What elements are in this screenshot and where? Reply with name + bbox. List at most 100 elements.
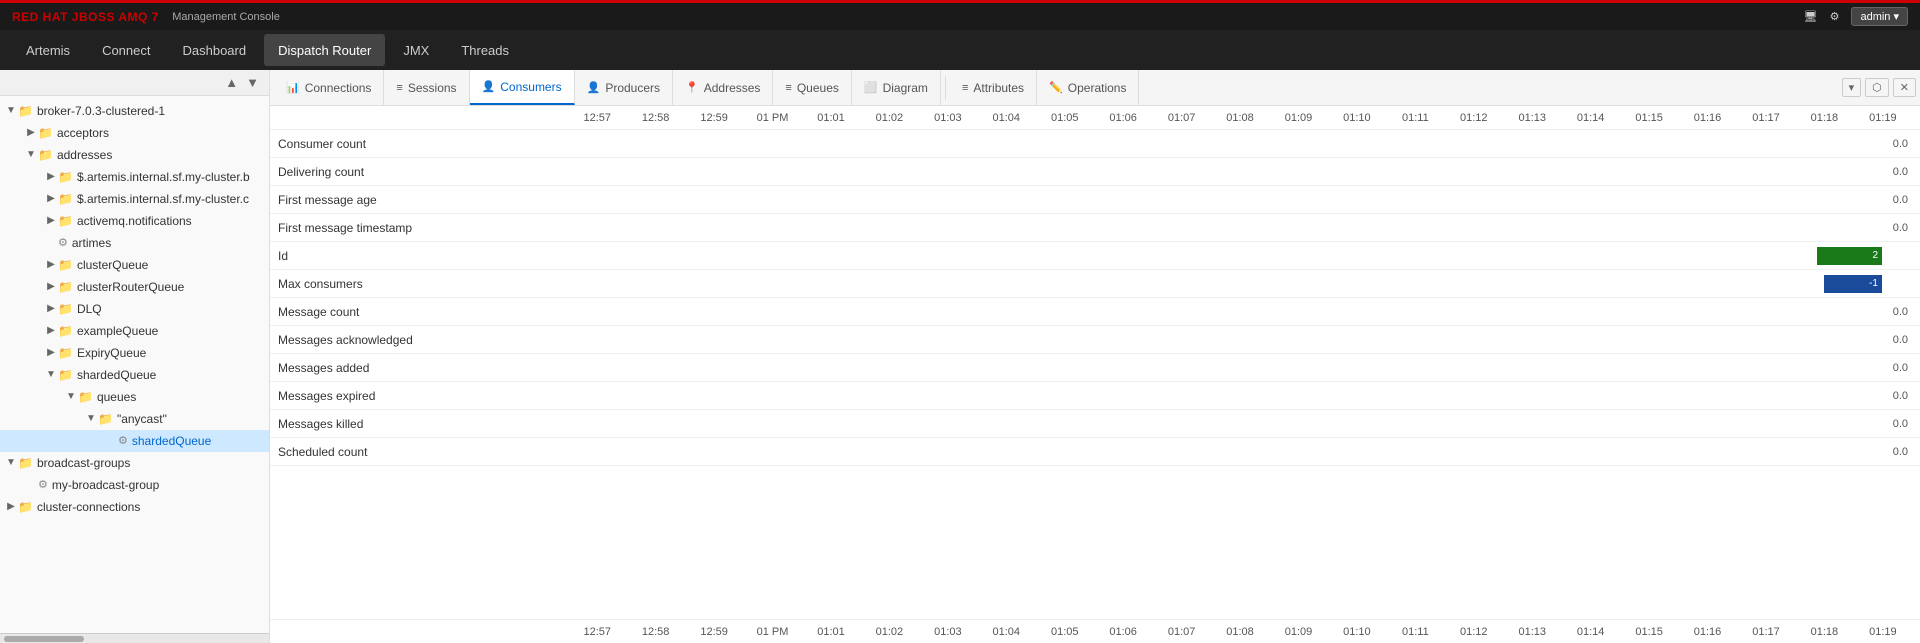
time-label-b16: 01:13 [1503, 626, 1561, 638]
tab-sessions[interactable]: ≡ Sessions [384, 70, 469, 105]
tab-addresses[interactable]: 📍 Addresses [673, 70, 773, 105]
label-dlq: DLQ [77, 300, 102, 318]
bar-value-max-consumers: -1 [1869, 278, 1878, 289]
time-label-b10: 01:07 [1152, 626, 1210, 638]
bar-value-id-green: 2 [1872, 250, 1878, 261]
tree-item-addresses[interactable]: ▼ 📁 addresses [0, 144, 269, 166]
label-artemis1: $.artemis.internal.sf.my-cluster.b [77, 168, 250, 186]
tab-close-button[interactable]: ✕ [1893, 78, 1916, 97]
toggle-expiryqueue: ▶ [44, 344, 58, 362]
time-label-3: 01 PM [743, 112, 801, 124]
metric-value-consumer-count: 0.0 [1893, 138, 1908, 150]
admin-button[interactable]: admin ▾ [1851, 7, 1908, 26]
tab-dropdown-button[interactable]: ▾ [1842, 78, 1862, 97]
tab-attributes[interactable]: ≡ Attributes [950, 70, 1037, 105]
folder-icon-acceptors: 📁 [38, 124, 53, 142]
queues-icon: ≡ [785, 82, 791, 94]
metric-row-delivering-count: Delivering count 0.0 [270, 158, 1920, 186]
tree-item-examplequeue[interactable]: ▶ 📁 exampleQueue [0, 320, 269, 342]
tree-item-clusterqueue[interactable]: ▶ 📁 clusterQueue [0, 254, 269, 276]
tree-item-artimes[interactable]: ⚙ artimes [0, 232, 269, 254]
main-content: 📊 Connections ≡ Sessions 👤 Consumers 👤 P… [270, 70, 1920, 643]
tree-item-acceptors[interactable]: ▶ 📁 acceptors [0, 122, 269, 144]
metric-value-messages-added: 0.0 [1893, 362, 1908, 374]
tree-item-broker[interactable]: ▼ 📁 broker-7.0.3-clustered-1 [0, 100, 269, 122]
tree-item-anycast[interactable]: ▼ 📁 "anycast" [0, 408, 269, 430]
tree-item-dlq[interactable]: ▶ 📁 DLQ [0, 298, 269, 320]
tab-attributes-label: Attributes [973, 81, 1024, 95]
tree-item-activemq[interactable]: ▶ 📁 activemq.notifications [0, 210, 269, 232]
time-label-7: 01:04 [977, 112, 1035, 124]
tree-item-queues[interactable]: ▼ 📁 queues [0, 386, 269, 408]
tree-item-shardedqueue[interactable]: ▼ 📁 shardedQueue [0, 364, 269, 386]
label-broker: broker-7.0.3-clustered-1 [37, 102, 165, 120]
sidebar-scrollbar[interactable] [0, 633, 269, 643]
collapse-up-button[interactable]: ▲ [221, 74, 242, 91]
time-label-b21: 01:18 [1795, 626, 1853, 638]
metric-chart-messages-expired: 0.0 [568, 386, 1912, 406]
metric-chart-messages-acknowledged: 0.0 [568, 330, 1912, 350]
nav-artemis[interactable]: Artemis [12, 34, 84, 66]
tree-item-shardedqueue-selected[interactable]: ⚙ shardedQueue [0, 430, 269, 452]
metric-value-messages-acknowledged: 0.0 [1893, 334, 1908, 346]
monitor-icon[interactable]: 🖥 [1804, 10, 1818, 23]
tree-item-clusterrouterqueue[interactable]: ▶ 📁 clusterRouterQueue [0, 276, 269, 298]
tab-operations-label: Operations [1068, 81, 1127, 95]
label-shardedqueue-selected: shardedQueue [132, 432, 211, 450]
nav-threads[interactable]: Threads [447, 34, 523, 66]
collapse-down-button[interactable]: ▼ [242, 74, 263, 91]
time-label-22: 01:19 [1854, 112, 1912, 124]
time-axis-top: 12:57 12:58 12:59 01 PM 01:01 01:02 01:0… [270, 106, 1920, 130]
label-expiryqueue: ExpiryQueue [77, 344, 146, 362]
nav-jmx[interactable]: JMX [389, 34, 443, 66]
metric-chart-id: 2 [568, 246, 1912, 266]
time-label-0: 12:57 [568, 112, 626, 124]
metric-chart-consumer-count: 0.0 [568, 134, 1912, 154]
metric-chart-scheduled-count: 0.0 [568, 442, 1912, 462]
tab-queues[interactable]: ≡ Queues [773, 70, 851, 105]
time-label-4: 01:01 [802, 112, 860, 124]
metric-name-messages-acknowledged: Messages acknowledged [278, 333, 568, 347]
metric-value-messages-killed: 0.0 [1893, 418, 1908, 430]
gear-icon-my-broadcast-group: ⚙ [38, 476, 48, 494]
metric-chart-delivering-count: 0.0 [568, 162, 1912, 182]
tab-producers[interactable]: 👤 Producers [575, 70, 673, 105]
time-label-5: 01:02 [860, 112, 918, 124]
tree-item-artemis-internal2[interactable]: ▶ 📁 $.artemis.internal.sf.my-cluster.c [0, 188, 269, 210]
tab-addresses-label: Addresses [704, 81, 761, 95]
toggle-anycast: ▼ [84, 410, 98, 428]
folder-icon-anycast: 📁 [98, 410, 113, 428]
label-queues: queues [97, 388, 136, 406]
tree-item-my-broadcast-group[interactable]: ⚙ my-broadcast-group [0, 474, 269, 496]
connections-icon: 📊 [286, 81, 300, 94]
tab-connections[interactable]: 📊 Connections [274, 70, 384, 105]
sessions-icon: ≡ [396, 82, 402, 94]
tree-item-broadcast-groups[interactable]: ▼ 📁 broadcast-groups [0, 452, 269, 474]
nav-dispatch-router[interactable]: Dispatch Router [264, 34, 385, 66]
tab-diagram[interactable]: ⬜ Diagram [852, 70, 941, 105]
sidebar-header: ▲ ▼ [0, 70, 269, 96]
nav-connect[interactable]: Connect [88, 34, 164, 66]
time-label-18: 01:15 [1620, 112, 1678, 124]
folder-icon-clusterrouterqueue: 📁 [58, 278, 73, 296]
tree-item-expiryqueue[interactable]: ▶ 📁 ExpiryQueue [0, 342, 269, 364]
toggle-shardedqueue: ▼ [44, 366, 58, 384]
consumers-icon: 👤 [482, 80, 496, 93]
settings-icon[interactable]: ⚙ [1830, 10, 1840, 23]
folder-icon-activemq: 📁 [58, 212, 73, 230]
time-label-b0: 12:57 [568, 626, 626, 638]
tab-consumers[interactable]: 👤 Consumers [470, 70, 575, 105]
tree-item-cluster-connections[interactable]: ▶ 📁 cluster-connections [0, 496, 269, 518]
label-anycast: "anycast" [117, 410, 167, 428]
metric-chart-messages-killed: 0.0 [568, 414, 1912, 434]
nav-dashboard[interactable]: Dashboard [168, 34, 260, 66]
tree-item-artemis-internal1[interactable]: ▶ 📁 $.artemis.internal.sf.my-cluster.b [0, 166, 269, 188]
time-label-b8: 01:05 [1036, 626, 1094, 638]
toggle-clusterqueue: ▶ [44, 256, 58, 274]
tab-operations[interactable]: ✏️ Operations [1037, 70, 1139, 105]
time-label-12: 01:09 [1269, 112, 1327, 124]
label-broadcast-groups: broadcast-groups [37, 454, 130, 472]
tab-popout-button[interactable]: ⬡ [1865, 78, 1889, 97]
toggle-clusterrouterqueue: ▶ [44, 278, 58, 296]
metric-row-id: Id 2 [270, 242, 1920, 270]
